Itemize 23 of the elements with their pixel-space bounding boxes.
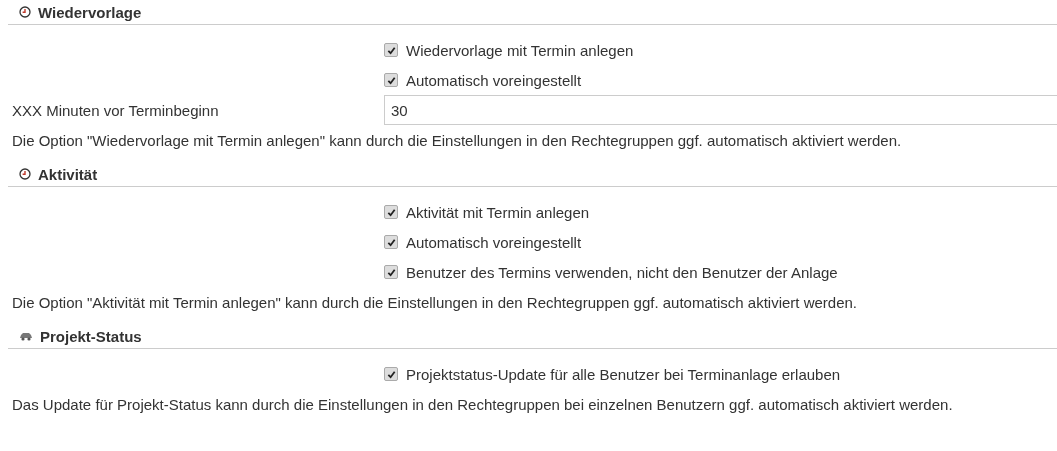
checkbox-label: Aktivität mit Termin anlegen [406, 203, 590, 221]
clock-icon [19, 6, 31, 18]
section-title: Wiedervorlage [38, 3, 142, 21]
section-title: Aktivität [38, 165, 98, 183]
section-title: Projekt-Status [40, 327, 142, 345]
checkbox[interactable] [384, 43, 398, 57]
checkbox[interactable] [384, 367, 398, 381]
hint-text: Die Option "Aktivität mit Termin anlegen" kann durch die Einstellungen in den Rechtegruppen ggf. automatisch aktiviert werden. [11, 293, 858, 311]
checkbox-label: Projektstatus-Update für alle Benutzer bei Terminanlage erlauben [406, 365, 841, 383]
checkbox-label: Benutzer des Termins verwenden, nicht den Benutzer der Anlage [406, 263, 838, 281]
checkbox-label: Automatisch voreingestellt [406, 233, 582, 251]
checkbox[interactable] [384, 235, 398, 249]
input-field[interactable]: 30 [384, 95, 1057, 125]
checkbox[interactable] [384, 205, 398, 219]
hint-text: Das Update für Projekt-Status kann durch die Einstellungen in den Rechtegruppen bei einzelnen Benutzern ggf. automatisch aktiviert werden. [11, 395, 954, 413]
field-label: XXX Minuten vor Terminbeginn [11, 101, 220, 119]
clock-icon [19, 168, 31, 180]
car-icon [19, 331, 33, 341]
checkbox-label: Automatisch voreingestellt [406, 71, 582, 89]
checkbox[interactable] [384, 265, 398, 279]
checkbox[interactable] [384, 73, 398, 87]
checkbox-label: Wiedervorlage mit Termin anlegen [406, 41, 634, 59]
hint-text: Die Option "Wiedervorlage mit Termin anlegen" kann durch die Einstellungen in den Rechtegruppen ggf. automatisch aktiviert werden. [11, 131, 903, 149]
